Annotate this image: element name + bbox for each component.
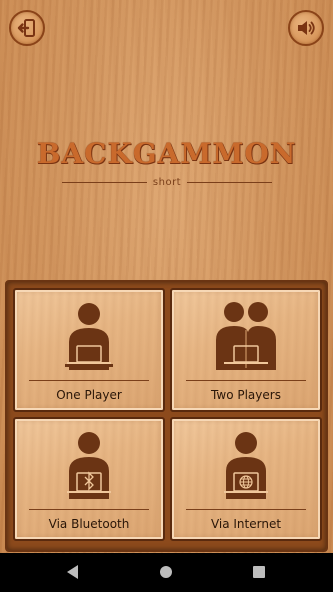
system-navigation-bar [0,553,333,592]
two-players-button[interactable]: Two Players [170,288,322,412]
mode-label: Via Internet [210,517,282,531]
mode-menu: One Player Two Players Via Bluetooth Via… [5,280,328,552]
single-player-icon [65,303,113,370]
exit-button[interactable] [9,10,45,46]
mode-label: Two Players [211,388,281,402]
divider [186,380,306,381]
speaker-icon [298,21,315,35]
game-title: BACKGAMMON [36,137,297,170]
internet-player-icon [224,432,268,499]
nav-recents-icon[interactable] [253,566,265,578]
mode-label: One Player [56,388,122,402]
divider [29,380,149,381]
game-subtitle: short [152,176,182,188]
nav-home-icon[interactable] [160,566,172,578]
divider [62,181,147,183]
game-subtitle-row: short [62,175,273,189]
divider [187,181,273,183]
via-bluetooth-button[interactable]: Via Bluetooth [13,417,165,541]
two-players-icon [216,302,276,370]
exit-arrow-icon [17,19,35,37]
game-logo: BACKGAMMON [0,137,333,170]
bluetooth-player-icon [67,432,111,499]
via-internet-button[interactable]: Via Internet [170,417,322,541]
divider [29,509,149,510]
divider [186,509,306,510]
nav-back-icon[interactable] [67,565,78,579]
mode-label: Via Bluetooth [48,517,130,531]
one-player-button[interactable]: One Player [13,288,165,412]
sound-button[interactable] [288,10,324,46]
